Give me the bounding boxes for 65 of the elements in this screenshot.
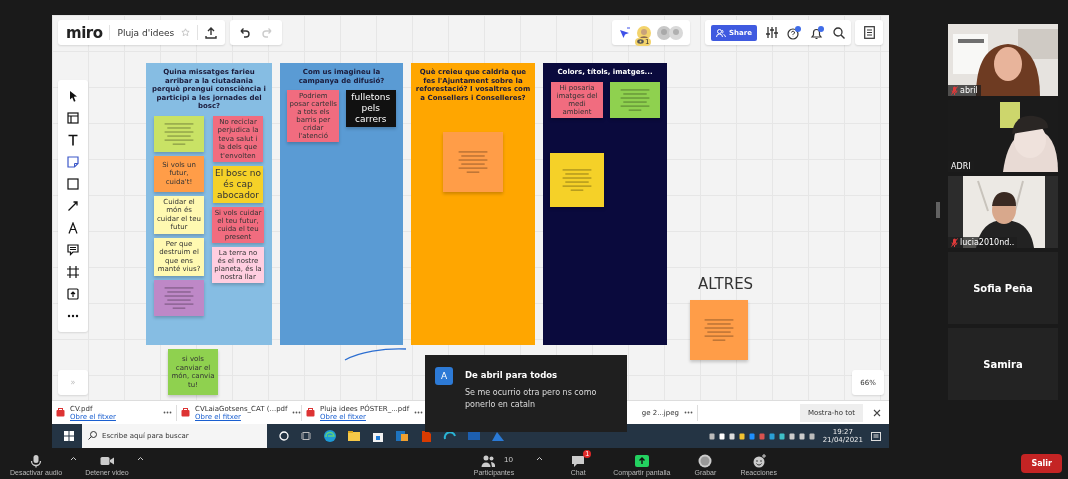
template-icon[interactable] <box>67 112 79 124</box>
file-icon <box>56 408 65 417</box>
upload-icon[interactable] <box>67 288 79 300</box>
logo-text: miro <box>66 23 103 42</box>
undo-icon[interactable] <box>238 27 250 38</box>
sticky-note[interactable]: El bosc no és cap abocador <box>213 166 263 203</box>
participant-name: lucia2010nd.. <box>960 238 1015 247</box>
more-icon[interactable] <box>292 411 302 414</box>
caret-icon[interactable] <box>136 455 144 461</box>
sticky-note-icon[interactable] <box>67 156 79 168</box>
cursor-icon[interactable] <box>67 90 79 102</box>
caret-icon[interactable] <box>70 455 78 461</box>
settings-sliders-icon[interactable] <box>765 27 778 38</box>
app-icon[interactable] <box>323 429 337 443</box>
more-icon[interactable] <box>684 411 693 414</box>
participant-count: 10 <box>504 455 513 464</box>
connector-line <box>344 347 408 361</box>
people-icon <box>716 28 726 37</box>
avatar-icon[interactable] <box>637 25 651 40</box>
rectangle-icon[interactable] <box>67 178 79 190</box>
close-icon[interactable] <box>873 408 881 417</box>
upload-icon[interactable] <box>205 26 218 39</box>
comment-icon[interactable] <box>67 244 79 256</box>
microphone-icon <box>29 453 44 468</box>
arrow-line-icon[interactable] <box>67 200 79 212</box>
notes-icon[interactable] <box>863 26 875 39</box>
leave-button[interactable]: Salir <box>1021 454 1062 473</box>
cortana-icon[interactable] <box>279 431 289 441</box>
file-icon <box>306 408 315 417</box>
participant-name: Sofia Peña <box>973 282 1033 294</box>
search-icon[interactable] <box>832 26 845 39</box>
star-icon[interactable] <box>181 28 191 37</box>
pen-icon[interactable] <box>67 222 79 234</box>
chat-notification[interactable]: A De abril para todos Se me ocurrio otra pero ns como ponerlo en cataln <box>425 355 627 432</box>
participant-name: ADRI <box>951 162 971 171</box>
notification-center-icon[interactable] <box>871 431 881 441</box>
board-title[interactable]: Pluja d'idees <box>117 27 175 38</box>
file-icon <box>181 408 190 417</box>
section-heading: ALTRES <box>698 275 754 293</box>
frame-icon[interactable] <box>67 266 79 278</box>
eye-icon <box>637 39 644 44</box>
search-icon <box>88 431 97 440</box>
more-icon[interactable] <box>414 411 424 414</box>
share-screen-icon <box>634 453 649 468</box>
more-icon[interactable] <box>163 411 172 414</box>
caret-icon[interactable] <box>536 455 544 461</box>
notification-title: De abril para todos <box>465 370 559 380</box>
bell-icon[interactable] <box>809 25 824 40</box>
notification-message: Se me ocurrio otra pero ns como ponerlo en cataln <box>465 387 598 411</box>
sticky-note[interactable]: fulletons pels carrers <box>345 90 396 127</box>
participant-name: Samira <box>983 358 1023 370</box>
sticky-note[interactable] <box>610 81 660 118</box>
participants-icon <box>481 453 495 468</box>
text-icon[interactable] <box>67 134 79 146</box>
reactions-icon <box>751 453 766 468</box>
app-icon[interactable] <box>395 429 409 443</box>
help-icon[interactable] <box>786 25 801 40</box>
app-icon[interactable] <box>347 429 361 443</box>
record-icon <box>698 453 713 468</box>
participant-name: abril <box>960 86 978 95</box>
resize-handle-icon[interactable] <box>936 202 940 218</box>
avatar: A <box>435 367 453 385</box>
windows-icon[interactable] <box>64 431 74 441</box>
chat-icon <box>571 453 586 468</box>
task-view-icon[interactable] <box>301 431 311 441</box>
